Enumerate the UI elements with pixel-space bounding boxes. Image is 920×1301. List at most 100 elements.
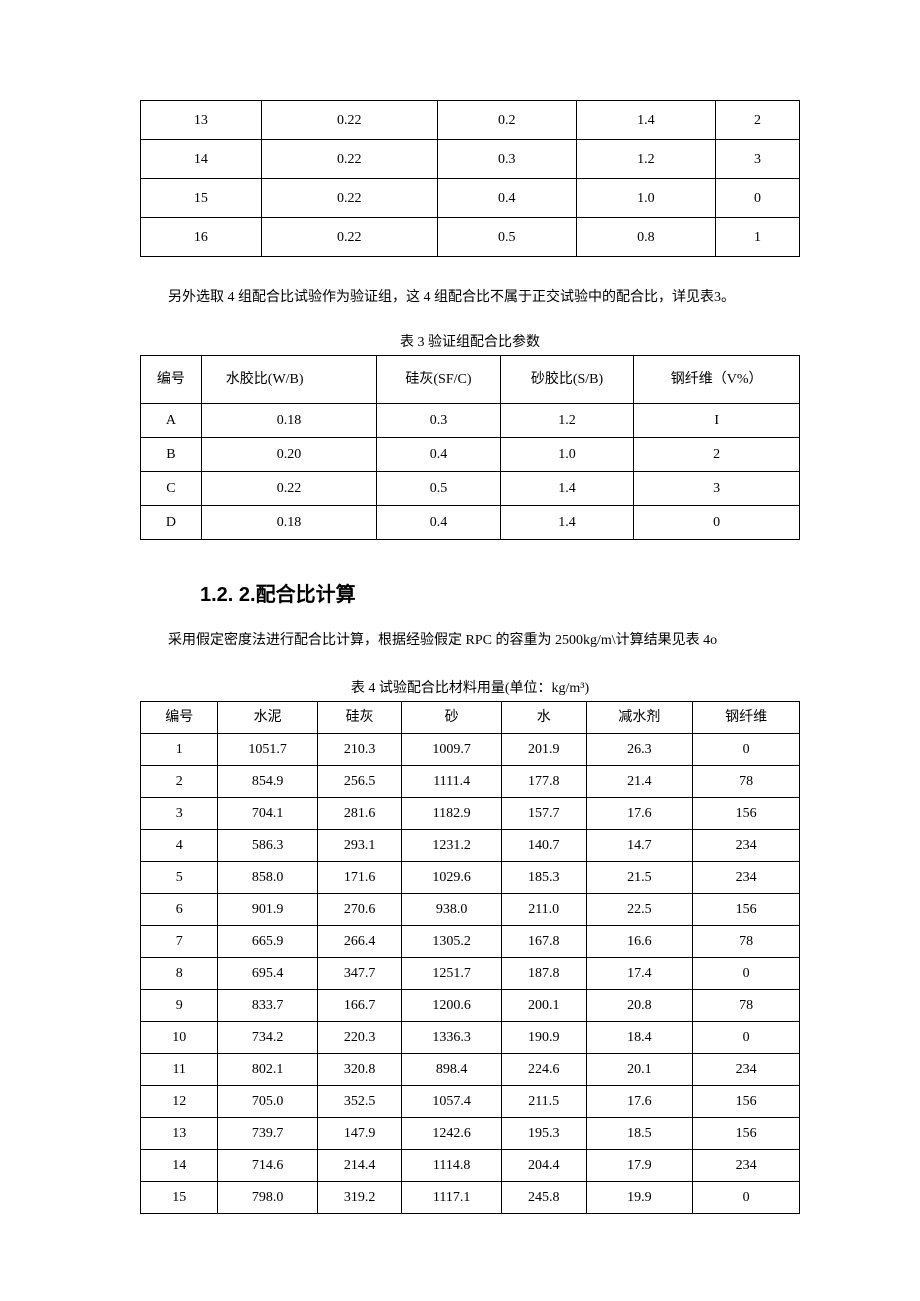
table-cell: 140.7 <box>501 830 586 862</box>
table-cell: 704.1 <box>218 798 317 830</box>
table-cell: 1200.6 <box>402 990 501 1022</box>
table-cell: 214.4 <box>317 1150 402 1182</box>
table-cell: 18.5 <box>586 1118 693 1150</box>
table-cell: 13 <box>141 1118 218 1150</box>
table-cell: 195.3 <box>501 1118 586 1150</box>
table-cell: 734.2 <box>218 1022 317 1054</box>
table-row: 2854.9256.51111.4177.821.478 <box>141 766 800 798</box>
table-cell: 6 <box>141 894 218 926</box>
table-cell: 0 <box>715 179 799 218</box>
table-cell: 2 <box>141 766 218 798</box>
table-cell: 200.1 <box>501 990 586 1022</box>
table-cell: 15 <box>141 179 262 218</box>
table-cell: 156 <box>693 798 800 830</box>
table-row: 11802.1320.8898.4224.620.1234 <box>141 1054 800 1086</box>
table-cell: 858.0 <box>218 862 317 894</box>
table-cell: 293.1 <box>317 830 402 862</box>
table-row: 130.220.21.42 <box>141 101 800 140</box>
table-cell: 16.6 <box>586 926 693 958</box>
table-row: 12705.0352.51057.4211.517.6156 <box>141 1086 800 1118</box>
table-cell: 3 <box>715 140 799 179</box>
table-row: 140.220.31.23 <box>141 140 800 179</box>
table-cell: 5 <box>141 862 218 894</box>
table-cell: 695.4 <box>218 958 317 990</box>
table-cell: 201.9 <box>501 734 586 766</box>
table-row: 8695.4347.71251.7187.817.40 <box>141 958 800 990</box>
table-cell: 0.2 <box>437 101 576 140</box>
table-cell: 898.4 <box>402 1054 501 1086</box>
table-cell: 1242.6 <box>402 1118 501 1150</box>
table-cell: 156 <box>693 1086 800 1118</box>
table-cell: 14 <box>141 140 262 179</box>
table-cell: 802.1 <box>218 1054 317 1086</box>
table-header: 减水剂 <box>586 702 693 734</box>
table-header: 水 <box>501 702 586 734</box>
table-cell: 7 <box>141 926 218 958</box>
table-cell: 16 <box>141 218 262 257</box>
table-cell: 0.3 <box>437 140 576 179</box>
table-cell: 1057.4 <box>402 1086 501 1118</box>
table-cell: 9 <box>141 990 218 1022</box>
table-cell: 1.4 <box>500 505 634 539</box>
table-cell: 1051.7 <box>218 734 317 766</box>
table-cell: 270.6 <box>317 894 402 926</box>
table-cell: 234 <box>693 1054 800 1086</box>
table-cell: 266.4 <box>317 926 402 958</box>
table-header: 钢纤维（V%） <box>634 355 800 403</box>
table-cell: 0.18 <box>201 403 376 437</box>
table-cell: 0 <box>693 1022 800 1054</box>
table-cell: 1009.7 <box>402 734 501 766</box>
table-cell: 347.7 <box>317 958 402 990</box>
table-cell: 4 <box>141 830 218 862</box>
table-cell: 0 <box>693 958 800 990</box>
table-cell: 1182.9 <box>402 798 501 830</box>
table-cell: 0.3 <box>377 403 500 437</box>
table-cell: C <box>141 471 202 505</box>
table-cell: 938.0 <box>402 894 501 926</box>
table-cell: 22.5 <box>586 894 693 926</box>
table-cell: 0.4 <box>437 179 576 218</box>
table-cell: 0 <box>634 505 800 539</box>
table-cell: 211.0 <box>501 894 586 926</box>
table-row: 3704.1281.61182.9157.717.6156 <box>141 798 800 830</box>
table-cell: 12 <box>141 1086 218 1118</box>
table-row: 150.220.41.00 <box>141 179 800 218</box>
table-cell: A <box>141 403 202 437</box>
table-orthogonal-partial: 130.220.21.42140.220.31.23150.220.41.001… <box>140 100 800 257</box>
table-cell: I <box>634 403 800 437</box>
table-header: 编号 <box>141 702 218 734</box>
table-cell: 2 <box>634 437 800 471</box>
table-cell: 1029.6 <box>402 862 501 894</box>
table-cell: 147.9 <box>317 1118 402 1150</box>
table-cell: 78 <box>693 990 800 1022</box>
table3-caption: 表 3 验证组配合比参数 <box>140 332 800 353</box>
table-cell: 224.6 <box>501 1054 586 1086</box>
table-cell: 0.18 <box>201 505 376 539</box>
table-cell: 78 <box>693 926 800 958</box>
table-cell: 0.22 <box>261 179 437 218</box>
table-cell: 901.9 <box>218 894 317 926</box>
table-cell: 17.6 <box>586 798 693 830</box>
table-cell: 156 <box>693 894 800 926</box>
table-cell: D <box>141 505 202 539</box>
table-row: 11051.7210.31009.7201.926.30 <box>141 734 800 766</box>
table-cell: 21.4 <box>586 766 693 798</box>
paragraph-validation-note: 另外选取 4 组配合比试验作为验证组，这 4 组配合比不属于正交试验中的配合比，… <box>140 285 800 312</box>
table-row: 5858.0171.61029.6185.321.5234 <box>141 862 800 894</box>
table4-material-usage: 编号水泥硅灰砂水减水剂钢纤维 11051.7210.31009.7201.926… <box>140 701 800 1214</box>
table-row: 4586.3293.11231.2140.714.7234 <box>141 830 800 862</box>
table-row: A0.180.31.2I <box>141 403 800 437</box>
table-row: 160.220.50.81 <box>141 218 800 257</box>
table-cell: 1.0 <box>500 437 634 471</box>
table-cell: 705.0 <box>218 1086 317 1118</box>
table-cell: 0.22 <box>261 140 437 179</box>
table-row: D0.180.41.40 <box>141 505 800 539</box>
table-cell: 234 <box>693 1150 800 1182</box>
table-cell: 1251.7 <box>402 958 501 990</box>
table-header: 编号 <box>141 355 202 403</box>
table-header: 水泥 <box>218 702 317 734</box>
table-cell: 1305.2 <box>402 926 501 958</box>
table-cell: 78 <box>693 766 800 798</box>
table-cell: 171.6 <box>317 862 402 894</box>
table-cell: 21.5 <box>586 862 693 894</box>
